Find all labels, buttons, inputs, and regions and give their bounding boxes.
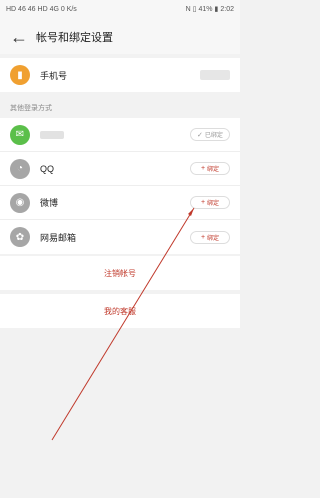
bind-weibo-button[interactable]: + 绑定 xyxy=(190,196,230,209)
status-right: N ▯ 41% ▮ 2:02 xyxy=(186,5,234,15)
phone-number-masked xyxy=(200,70,230,80)
plus-icon: + xyxy=(200,233,206,241)
check-icon: ✓ xyxy=(197,131,203,139)
battery-percent: 41% xyxy=(198,6,213,13)
header: ← 帐号和绑定设置 xyxy=(0,20,240,54)
other-login-list: ✉ ✓ 已绑定 ◔ QQ + 绑定 ◉ 微博 + 绑定 ✿ 网易邮箱 + 绑定 xyxy=(0,118,240,254)
netease-mail-label: 网易邮箱 xyxy=(40,232,77,243)
bind-netease-mail-button[interactable]: + 绑定 xyxy=(190,230,230,244)
weibo-icon: ◉ xyxy=(10,192,30,213)
other-login-title: 其他登录方式 xyxy=(10,105,52,112)
status-bar: HD 46 46 HD 4G 0 K/s N ▯ 41% ▮ 2:02 xyxy=(0,0,240,20)
time: 2:02 xyxy=(220,6,234,13)
status-left: HD 46 46 HD 4G 0 K/s xyxy=(6,5,77,15)
weibo-label: 微博 xyxy=(40,198,59,208)
bind-label: 绑定 xyxy=(207,201,220,207)
qq-icon: ◔ xyxy=(10,158,30,179)
back-arrow-icon[interactable]: ← xyxy=(10,28,28,46)
bind-qq-button[interactable]: + 绑定 xyxy=(190,162,230,175)
qq-label: QQ xyxy=(40,163,55,174)
battery-icon: ▮ xyxy=(214,6,219,13)
deactivate-account-button[interactable]: 注销帐号 xyxy=(0,256,240,290)
plus-icon: + xyxy=(200,199,206,206)
network-status-text: HD 46 46 HD 4G 0 K/s xyxy=(6,6,77,13)
vibrate-icon: ▯ xyxy=(192,6,197,13)
customer-service-button[interactable]: 我的客服 xyxy=(0,294,240,328)
bind-label: 绑定 xyxy=(207,167,220,173)
bind-label: 绑定 xyxy=(207,235,220,242)
list-item-qq[interactable]: ◔ QQ + 绑定 xyxy=(0,152,240,186)
phone-row[interactable]: ▮ 手机号 xyxy=(0,58,240,92)
nfc-icon: N xyxy=(185,6,191,13)
list-item-wechat[interactable]: ✉ ✓ 已绑定 xyxy=(0,118,240,152)
wechat-icon: ✉ xyxy=(10,124,30,145)
netease-mail-icon: ✿ xyxy=(10,227,30,247)
plus-icon: + xyxy=(200,165,206,172)
phone-label: 手机号 xyxy=(40,70,68,81)
list-item-weibo[interactable]: ◉ 微博 + 绑定 xyxy=(0,186,240,220)
phone-icon: ▮ xyxy=(10,65,30,85)
wechat-name-masked xyxy=(40,130,64,139)
bound-label: 已绑定 xyxy=(204,133,223,139)
bound-button[interactable]: ✓ 已绑定 xyxy=(190,128,230,141)
page-title: 帐号和绑定设置 xyxy=(36,32,113,44)
list-item-netease-mail[interactable]: ✿ 网易邮箱 + 绑定 xyxy=(0,220,240,254)
